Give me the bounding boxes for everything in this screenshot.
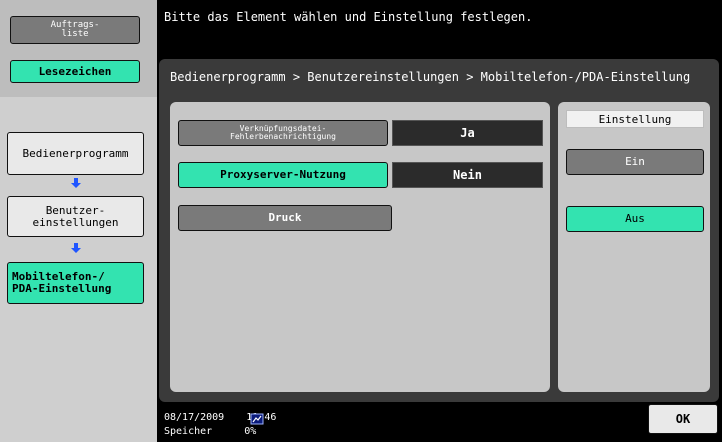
ok-button[interactable]: OK [648, 404, 718, 434]
down-arrow-icon [69, 176, 83, 190]
instruction-message: Bitte das Element wählen und Einstellung… [164, 10, 533, 24]
link-file-error-notification-button[interactable]: Verknüpfungsdatei- Fehlerbenachrichtigun… [178, 120, 388, 146]
breadcrumb-mobile-pda-setting[interactable]: Mobiltelefon-/ PDA-Einstellung [7, 262, 144, 304]
network-status-icon [250, 410, 264, 425]
breadcrumb-user-settings[interactable]: Benutzer- einstellungen [7, 196, 144, 237]
memory-label: Speicher [164, 426, 213, 437]
memory-value: 0% [244, 426, 257, 437]
down-arrow-icon [69, 241, 83, 255]
proxy-server-usage-value: Nein [392, 162, 543, 188]
job-list-button[interactable]: Auftrags- liste [10, 16, 140, 44]
setting-header: Einstellung [566, 110, 704, 128]
status-date: 08/17/2009 [164, 412, 225, 423]
bookmark-button[interactable]: Lesezeichen [10, 60, 140, 83]
option-off-button[interactable]: Aus [566, 206, 704, 232]
screen: Auftrags- liste Lesezeichen Bedienerprog… [0, 0, 722, 442]
print-button[interactable]: Druck [178, 205, 392, 231]
memory-status: Speicher 0% [164, 426, 256, 437]
proxy-server-usage-button[interactable]: Proxyserver-Nutzung [178, 162, 388, 188]
path-breadcrumb: Bedienerprogramm > Benutzereinstellungen… [170, 70, 691, 84]
settings-panel [558, 102, 710, 392]
option-on-button[interactable]: Ein [566, 149, 704, 175]
link-file-error-notification-value: Ja [392, 120, 543, 146]
breadcrumb-operator-program[interactable]: Bedienerprogramm [7, 132, 144, 175]
